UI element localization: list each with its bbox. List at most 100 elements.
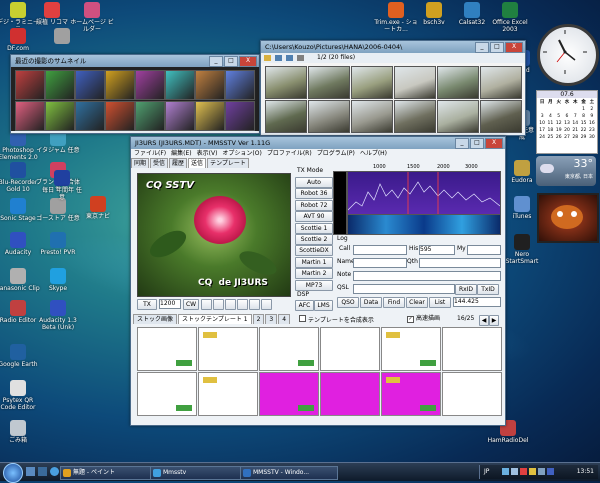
calendar-date[interactable]: 18	[546, 127, 554, 134]
desktop-icon[interactable]	[40, 28, 84, 45]
tx-tool-button[interactable]	[249, 299, 260, 310]
forward-icon[interactable]	[286, 55, 293, 61]
calendar-date[interactable]: 17	[538, 127, 546, 134]
photo-thumbnail[interactable]	[437, 100, 479, 133]
photo-thumbnail[interactable]	[15, 101, 45, 131]
update-icon[interactable]	[529, 468, 536, 475]
call-field[interactable]	[353, 245, 407, 255]
desktop-icon[interactable]: ごみ箱	[0, 420, 40, 444]
maximize-button[interactable]: □	[470, 138, 484, 149]
mode-button[interactable]: Scottie 2	[295, 234, 333, 245]
tx-tool-button[interactable]	[201, 299, 212, 310]
photo-thumbnail[interactable]	[105, 101, 135, 131]
photo-thumbnail[interactable]	[437, 66, 479, 99]
desktop-icon[interactable]: Audacity 1.3 Beta (Unk)	[36, 300, 80, 331]
cw-speed-field[interactable]: 1200	[159, 299, 181, 309]
photo-thumbnail[interactable]	[75, 101, 105, 131]
photo-thumbnail[interactable]	[265, 100, 307, 133]
taskbar-button[interactable]: MMSSTV - Windo...	[240, 466, 338, 480]
photo-thumbnail[interactable]	[480, 66, 522, 99]
name-field[interactable]	[353, 258, 407, 268]
stock-tab[interactable]: 2	[252, 314, 265, 324]
thumbnail-window[interactable]: 最近の撮影のサムネイル _ □ X	[10, 54, 260, 134]
log-button[interactable]: QSO	[337, 297, 359, 308]
hq-drawing-checkbox[interactable]: ✓ 高速描画	[407, 315, 440, 323]
photo-thumbnail[interactable]	[225, 101, 255, 131]
close-button[interactable]: X	[485, 138, 503, 149]
my-field[interactable]	[467, 245, 501, 255]
mode-button[interactable]: Robot 72	[295, 199, 333, 211]
photo-thumbnail[interactable]	[265, 66, 307, 99]
tab[interactable]: 履歴	[169, 158, 188, 168]
calendar-date[interactable]: 22	[579, 127, 587, 134]
lms-button[interactable]: LMS	[314, 300, 333, 311]
calendar-date[interactable]: 24	[538, 134, 546, 141]
calendar-gadget[interactable]: 07.6 日月火水木金土 1 2 3 4 5 6 7 8 9 10 11 12 13 14 15 16 17 18 1…	[536, 90, 598, 154]
tx-tool-button[interactable]	[225, 299, 236, 310]
qth-field[interactable]	[419, 258, 501, 268]
taskbar-button[interactable]: 無題 - ペイント	[60, 466, 158, 480]
desktop-icon[interactable]: Photoshop Elements 2.0	[0, 130, 40, 161]
calendar-date[interactable]: 9	[588, 113, 596, 120]
security-icon[interactable]	[520, 468, 527, 475]
frequency-select[interactable]: 144.425	[453, 297, 501, 307]
calendar-date[interactable]: 12	[555, 120, 563, 127]
start-button[interactable]	[3, 463, 23, 483]
his-field[interactable]: 595	[419, 245, 455, 255]
mode-button[interactable]: Martin 1	[295, 256, 333, 268]
template-thumbnail[interactable]	[137, 327, 197, 371]
tab[interactable]: 受信	[150, 158, 169, 168]
calendar-date[interactable]: 3	[538, 113, 546, 120]
mmsstv-window[interactable]: JI3URS (JI3URS.MDT) - MMSSTV Ver 1.11G _…	[130, 136, 506, 426]
stock-tab[interactable]: 4	[278, 314, 291, 324]
network-icon[interactable]	[502, 468, 509, 475]
maximize-button[interactable]: □	[224, 56, 238, 67]
desktop-icon[interactable]: Skype	[36, 268, 80, 292]
template-thumbnail[interactable]	[198, 327, 258, 371]
photo-thumbnail[interactable]	[45, 101, 75, 131]
log-button[interactable]: Find	[383, 297, 405, 308]
calendar-date[interactable]: 30	[588, 134, 596, 141]
minimize-button[interactable]: _	[209, 56, 223, 67]
desktop-icon[interactable]: 誤植 リコマ	[30, 2, 74, 26]
calendar-date[interactable]: 11	[546, 120, 554, 127]
maximize-button[interactable]: □	[490, 42, 504, 53]
calendar-date[interactable]: 21	[571, 127, 579, 134]
photo-thumbnail[interactable]	[165, 70, 195, 100]
calendar-date[interactable]: 5	[555, 113, 563, 120]
image-viewer-window[interactable]: C:\Users\Kouzo\Pictures\HANA\2006-0404\ …	[260, 40, 526, 136]
show-desktop-icon[interactable]	[26, 467, 35, 476]
zoom-icon[interactable]	[297, 55, 304, 61]
afc-button[interactable]: AFC	[295, 300, 314, 311]
log-button[interactable]: Data	[360, 297, 382, 308]
desktop-icon[interactable]: Sonic Stage	[0, 198, 40, 222]
photo-thumbnail[interactable]	[135, 70, 165, 100]
close-button[interactable]: X	[239, 56, 257, 67]
photo-thumbnail[interactable]	[45, 70, 75, 100]
calendar-date[interactable]: 20	[563, 127, 571, 134]
back-icon[interactable]	[275, 55, 282, 61]
minimize-button[interactable]: _	[475, 42, 489, 53]
desktop-icon[interactable]: Office Excel 2003	[488, 2, 532, 33]
calendar-date[interactable]: 8	[579, 113, 587, 120]
calendar-date[interactable]: 25	[546, 134, 554, 141]
mode-button[interactable]: Auto	[295, 177, 333, 188]
calendar-date[interactable]: 29	[579, 134, 587, 141]
tab[interactable]: 同期	[131, 158, 150, 168]
device-icon[interactable]	[538, 468, 545, 475]
template-thumbnail[interactable]	[320, 372, 380, 416]
mode-button[interactable]: Scottie 1	[295, 222, 333, 234]
desktop-icon[interactable]: Presto! PVR	[36, 232, 80, 256]
menu-item[interactable]: ファイル(F)	[134, 150, 166, 157]
minimize-button[interactable]: _	[455, 138, 469, 149]
next-page-button[interactable]: ▶	[489, 315, 499, 326]
mode-button[interactable]: Martin 2	[295, 268, 333, 280]
template-thumbnail[interactable]	[381, 372, 441, 416]
calendar-date[interactable]: 4	[546, 113, 554, 120]
photo-thumbnail[interactable]	[195, 70, 225, 100]
desktop-icon[interactable]: Blu-Recorder Gold 10	[0, 162, 40, 193]
template-thumbnail[interactable]	[259, 327, 319, 371]
calendar-date[interactable]: 1	[579, 106, 587, 113]
folder-icon[interactable]	[264, 55, 271, 61]
menu-item[interactable]: プログラム(P)	[317, 150, 355, 157]
